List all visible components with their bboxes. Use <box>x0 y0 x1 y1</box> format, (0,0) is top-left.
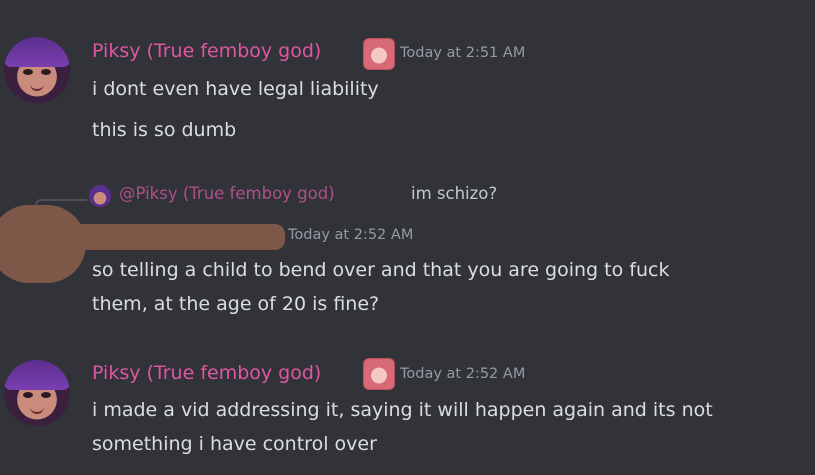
message-text: them, at the age of 20 is fine? <box>92 293 380 315</box>
message-text: this is so dumb <box>92 119 237 141</box>
username[interactable]: Piksy (True femboy god) <box>92 40 321 62</box>
avatar[interactable] <box>4 37 70 103</box>
message-text: i made a vid addressing it, saying it wi… <box>92 399 713 421</box>
reply-avatar[interactable] <box>89 185 111 207</box>
timestamp[interactable]: Today at 2:52 AM <box>400 366 525 382</box>
message-text: something i have control over <box>92 433 377 455</box>
role-badge-icon <box>363 358 395 390</box>
avatar[interactable] <box>4 360 70 426</box>
message-text: i dont even have legal liability <box>92 78 379 100</box>
timestamp[interactable]: Today at 2:51 AM <box>400 45 525 61</box>
reply-preview-text[interactable]: im schizo? <box>411 184 497 203</box>
username[interactable]: Piksy (True femboy god) <box>92 362 321 384</box>
timestamp[interactable]: Today at 2:52 AM <box>288 227 413 243</box>
role-badge-icon <box>363 38 395 70</box>
message-text: so telling a child to bend over and that… <box>92 259 670 281</box>
reply-mention[interactable]: @Piksy (True femboy god) <box>119 184 335 203</box>
redacted-username <box>70 224 285 250</box>
